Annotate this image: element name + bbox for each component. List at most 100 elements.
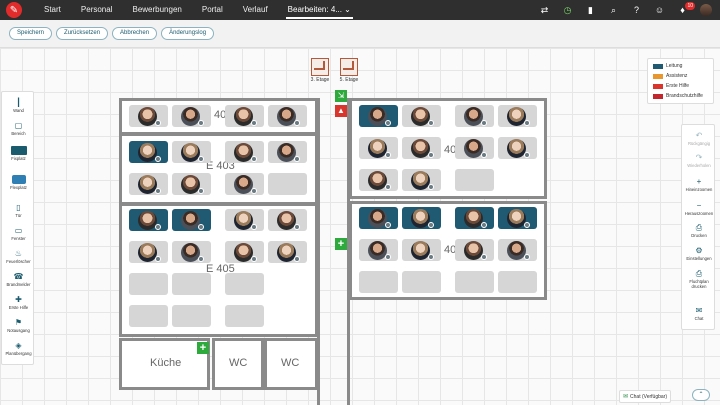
zoom-out-button[interactable]: − Herauszoomen — [682, 201, 716, 216]
chat-expand-button[interactable]: ⌃ — [692, 389, 710, 401]
user-avatar[interactable] — [700, 4, 712, 16]
search-icon[interactable]: ⌕ — [608, 5, 619, 16]
nav-portal[interactable]: Portal — [192, 0, 233, 20]
desk[interactable] — [172, 105, 211, 127]
desk[interactable] — [225, 173, 264, 195]
robot-icon[interactable]: ☺ — [654, 5, 665, 15]
palette-plan-transition[interactable]: ◈ Planübergang — [2, 341, 35, 356]
floor-3-link[interactable]: 3. Etage — [309, 58, 331, 83]
zoom-in-button[interactable]: + Hineinzoomen — [682, 177, 716, 192]
desk-lead[interactable] — [498, 207, 537, 229]
desk[interactable] — [225, 209, 264, 231]
desk-empty[interactable] — [129, 273, 168, 295]
palette-door[interactable]: ▯ Tür — [2, 203, 35, 218]
desk[interactable] — [402, 169, 441, 191]
desk[interactable] — [172, 141, 211, 163]
app-logo-icon[interactable]: ✎ — [6, 2, 22, 18]
desk-empty[interactable] — [172, 273, 211, 295]
palette-wall[interactable]: ┃ Wand — [2, 98, 35, 113]
desk[interactable] — [498, 239, 537, 261]
floor-5-link[interactable]: 5. Etage — [338, 58, 360, 83]
desk-empty[interactable] — [455, 169, 494, 191]
nav-edit-dropdown[interactable]: Bearbeiten: 4... ⌄ — [278, 0, 361, 20]
kitchen-first-aid-icon[interactable]: + — [197, 342, 209, 354]
desk[interactable] — [225, 105, 264, 127]
desk-empty[interactable] — [498, 271, 537, 293]
desk[interactable] — [402, 105, 441, 127]
desk[interactable] — [129, 241, 168, 263]
desk[interactable] — [268, 241, 307, 263]
help-icon[interactable]: ? — [631, 5, 642, 15]
palette-first-aid[interactable]: ✚ Erste Hilfe — [2, 295, 35, 310]
notification-icon[interactable]: ♦ 10 — [677, 2, 695, 15]
desk[interactable] — [359, 239, 398, 261]
desk-empty[interactable] — [268, 173, 307, 195]
redo-button[interactable]: ↷ Wiederholen — [682, 153, 716, 168]
swap-icon[interactable]: ⇄ — [539, 5, 550, 16]
desk-lead[interactable] — [455, 207, 494, 229]
desk-lead[interactable] — [172, 209, 211, 231]
chat-panel-button[interactable]: ✉ Chat — [682, 306, 716, 321]
desk[interactable] — [268, 105, 307, 127]
palette-window[interactable]: ▭ Fenster — [2, 226, 35, 241]
desk[interactable] — [172, 173, 211, 195]
settings-button[interactable]: ⚙ Einstellungen — [682, 246, 716, 261]
room-wc-2[interactable]: WC — [264, 338, 318, 390]
room-wc-1[interactable]: WC — [212, 338, 264, 390]
desk[interactable] — [225, 241, 264, 263]
desk[interactable] — [359, 137, 398, 159]
desk[interactable] — [268, 209, 307, 231]
nav-verlauf[interactable]: Verlauf — [233, 0, 278, 20]
desk[interactable] — [402, 239, 441, 261]
desk-lead[interactable] — [402, 207, 441, 229]
nav-start[interactable]: Start — [34, 0, 71, 20]
print-button[interactable]: ⎙ Drucken — [682, 223, 716, 238]
bookmark-icon[interactable]: ▮ — [585, 5, 596, 16]
desk-empty[interactable] — [129, 305, 168, 327]
desk[interactable] — [172, 241, 211, 263]
desk[interactable] — [268, 141, 307, 163]
timer-icon[interactable]: ◷ — [562, 5, 573, 16]
desk[interactable] — [455, 239, 494, 261]
palette-fixed-desk[interactable]: Fixplatz — [2, 146, 35, 161]
palette-emergency-exit[interactable]: ⚑ Notausgang — [2, 318, 35, 333]
desk[interactable] — [225, 141, 264, 163]
desk[interactable] — [498, 105, 537, 127]
nav-personal[interactable]: Personal — [71, 0, 123, 20]
undo-button[interactable]: ↶ Rückgängig — [682, 131, 716, 146]
desk-empty[interactable] — [225, 305, 264, 327]
desk-empty[interactable] — [455, 271, 494, 293]
desk-lead[interactable] — [129, 209, 168, 231]
desk[interactable] — [455, 105, 494, 127]
desk[interactable] — [359, 169, 398, 191]
desk[interactable] — [498, 137, 537, 159]
desk-empty[interactable] — [225, 273, 264, 295]
chat-status-label: Chat (Verfügbar) — [630, 393, 667, 400]
fire-extinguisher-icon[interactable]: ▲ — [335, 105, 347, 117]
chat-status[interactable]: ✉ Chat (Verfügbar) — [619, 390, 671, 403]
nav-bewerbungen[interactable]: Bewerbungen — [122, 0, 191, 20]
cancel-button[interactable]: Abbrechen — [112, 27, 158, 40]
emergency-exit-icon[interactable]: ⇲ — [335, 90, 347, 102]
palette-window-label: Fenster — [11, 236, 26, 241]
palette-area[interactable]: ▢ Bereich — [2, 121, 35, 136]
desk-empty[interactable] — [172, 305, 211, 327]
desk-empty[interactable] — [359, 271, 398, 293]
desk-lead[interactable] — [359, 105, 398, 127]
desk[interactable] — [455, 137, 494, 159]
desk[interactable] — [129, 105, 168, 127]
first-aid-icon[interactable]: + — [335, 238, 347, 250]
escape-plan-button[interactable]: ⎙ Fluchtplan drucken — [682, 269, 716, 289]
palette-fire-alarm[interactable]: ☎ Brandmelder — [2, 272, 35, 287]
reset-button[interactable]: Zurücksetzen — [56, 27, 109, 40]
top-navigation: ✎ Start Personal Bewerbungen Portal Verl… — [0, 0, 720, 20]
changelog-button[interactable]: Änderungslog — [161, 27, 215, 40]
desk-lead[interactable] — [129, 141, 168, 163]
palette-extinguisher[interactable]: ♨ Feuerlöscher — [2, 249, 35, 264]
desk[interactable] — [129, 173, 168, 195]
desk-lead[interactable] — [359, 207, 398, 229]
desk[interactable] — [402, 137, 441, 159]
desk-empty[interactable] — [402, 271, 441, 293]
save-button[interactable]: Speichern — [9, 27, 53, 40]
palette-flex-desk[interactable]: Flexplatz — [2, 175, 35, 190]
